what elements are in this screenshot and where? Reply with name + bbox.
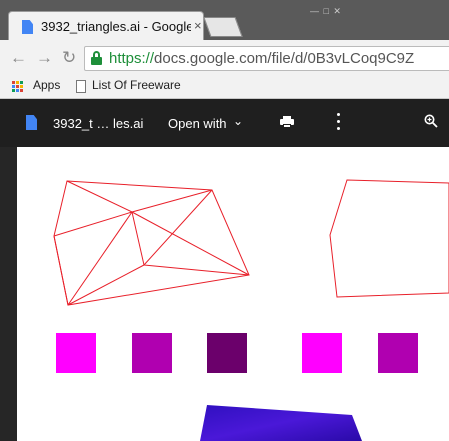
zoom-icon[interactable] (424, 114, 438, 128)
swatch-dark-purple (207, 333, 247, 373)
window-controls[interactable]: — □ ✕ (310, 6, 342, 17)
bookmark-apps[interactable]: Apps (33, 78, 60, 92)
back-icon[interactable]: ← (10, 48, 27, 68)
browser-tab[interactable]: 3932_triangles.ai - Google × (8, 11, 204, 41)
page-icon (76, 80, 86, 93)
browser-toolbar: ← → ↻ https://docs.google.com/file/d/0B3… (0, 40, 449, 76)
bookmark-list-of-freeware[interactable]: List Of Freeware (92, 78, 181, 92)
bookmarks-bar: Apps List Of Freeware (0, 76, 449, 99)
address-bar[interactable]: https://docs.google.com/file/d/0B3vLCoq9… (84, 46, 449, 71)
url-scheme: https:// (109, 50, 155, 67)
print-icon[interactable] (280, 116, 294, 128)
tab-strip: 3932_triangles.ai - Google × — □ ✕ (0, 0, 449, 41)
new-tab-button[interactable] (203, 17, 243, 37)
more-vert-icon[interactable] (337, 113, 341, 131)
swatch-purple-2 (378, 333, 418, 373)
tab-close-icon[interactable]: × (194, 18, 202, 33)
viewer-header: 3932_t … les.ai Open with ⌄ (0, 99, 449, 147)
url-text: https://docs.google.com/file/d/0B3vLCoq9… (109, 50, 414, 67)
lock-icon (91, 51, 102, 65)
swatch-purple (132, 333, 172, 373)
blue-gradient-shape (200, 405, 362, 441)
apps-icon[interactable] (12, 81, 24, 93)
triangle-mesh (53, 180, 250, 306)
artwork-preview (53, 179, 449, 441)
drive-favicon-icon (22, 20, 33, 34)
forward-icon[interactable]: → (36, 48, 53, 68)
open-with-button[interactable]: Open with (168, 116, 227, 131)
swatch-magenta (56, 333, 96, 373)
doc-icon (26, 115, 37, 130)
document-page (17, 147, 449, 441)
viewer-body (0, 147, 449, 441)
chevron-down-icon[interactable]: ⌄ (233, 114, 243, 128)
outline-shape (329, 179, 449, 298)
tab-title: 3932_triangles.ai - Google (41, 19, 191, 34)
reload-icon[interactable]: ↻ (62, 48, 76, 68)
url-rest: docs.google.com/file/d/0B3vLCoq9C9Z (154, 50, 415, 67)
swatch-magenta-2 (302, 333, 342, 373)
file-name: 3932_t … les.ai (53, 116, 144, 131)
